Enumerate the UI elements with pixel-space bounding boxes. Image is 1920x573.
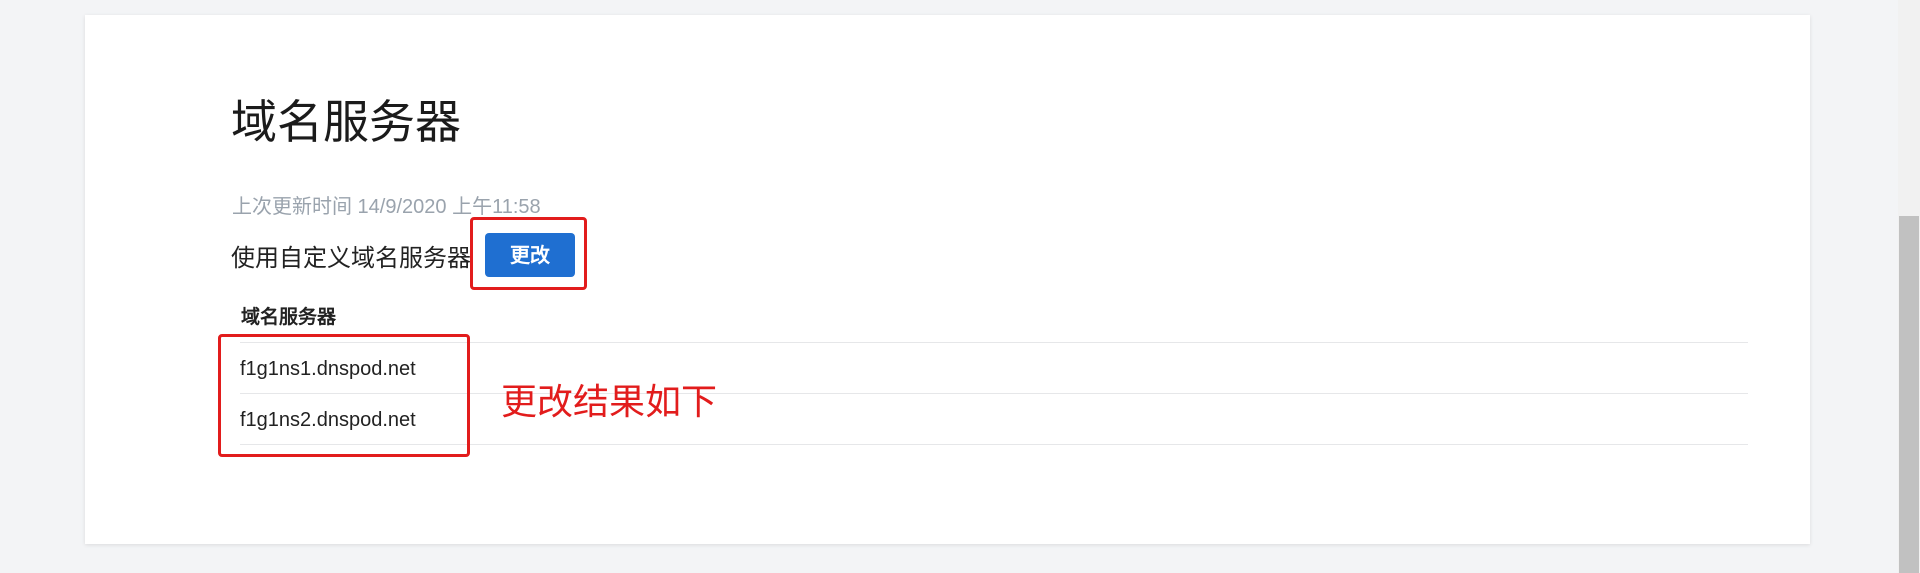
nameserver-card: 域名服务器 上次更新时间 14/9/2020 上午11:58 使用自定义域名服务… (85, 15, 1810, 544)
annotation-box-nameservers (218, 334, 470, 457)
annotation-box-change-button (470, 217, 587, 290)
page-title: 域名服务器 (231, 96, 461, 148)
page: 域名服务器 上次更新时间 14/9/2020 上午11:58 使用自定义域名服务… (0, 0, 1920, 573)
scrollbar-thumb[interactable] (1899, 216, 1919, 573)
last-updated-text: 上次更新时间 14/9/2020 上午11:58 (232, 196, 541, 218)
custom-nameserver-label: 使用自定义域名服务器 (231, 245, 471, 272)
annotation-note: 更改结果如下 (501, 381, 718, 422)
